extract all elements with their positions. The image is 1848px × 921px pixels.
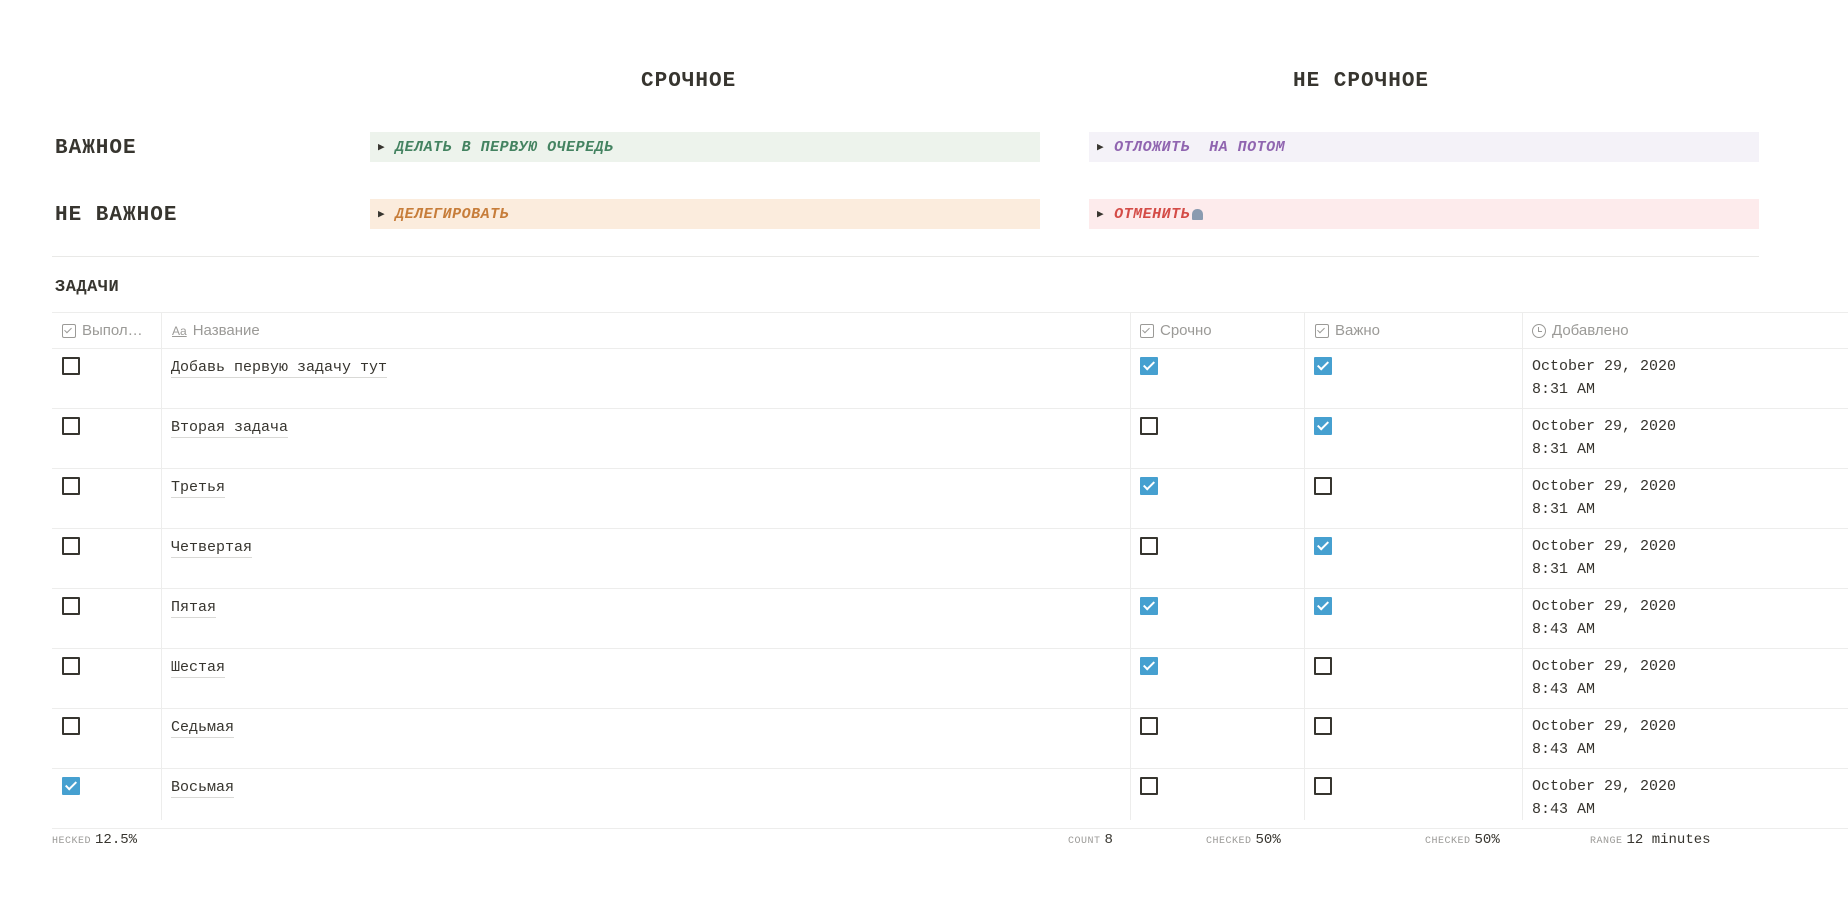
- done-checkbox[interactable]: [62, 417, 80, 435]
- divider: [52, 256, 1759, 257]
- urgent-checkbox[interactable]: [1140, 657, 1158, 675]
- column-header-not-urgent: НЕ СРОЧНОЕ: [1293, 70, 1430, 93]
- toggle-cancel[interactable]: ▶ ОТМЕНИТЬ: [1089, 199, 1759, 229]
- done-checkbox[interactable]: [62, 657, 80, 675]
- urgent-checkbox[interactable]: [1140, 477, 1158, 495]
- column-divider: [161, 312, 162, 820]
- footer-range-aggregate[interactable]: RANGE 12 minutes: [1590, 832, 1711, 848]
- toggle-delegate[interactable]: ▶ ДЕЛЕГИРОВАТЬ: [370, 199, 1040, 229]
- column-divider: [1130, 312, 1131, 820]
- important-checkbox[interactable]: [1314, 657, 1332, 675]
- column-divider: [1522, 312, 1523, 820]
- table-row[interactable]: Пятая October 29, 2020 8:43 AM: [52, 589, 1848, 649]
- checkbox-property-icon: [62, 323, 76, 338]
- task-name[interactable]: Седьмая: [171, 719, 235, 738]
- urgent-checkbox[interactable]: [1140, 717, 1158, 735]
- table-row[interactable]: Вторая задача October 29, 2020 8:31 AM: [52, 409, 1848, 469]
- added-date: October 29, 2020 8:43 AM: [1532, 778, 1677, 818]
- footer-important-aggregate[interactable]: CHECKED 50%: [1425, 832, 1500, 848]
- added-date: October 29, 2020 8:31 AM: [1532, 478, 1677, 518]
- tasks-table: Выпол… Aa Название Срочно Важно Добавлен…: [52, 312, 1848, 829]
- table-row[interactable]: Третья October 29, 2020 8:31 AM: [52, 469, 1848, 529]
- important-checkbox[interactable]: [1314, 597, 1332, 615]
- table-header-row: Выпол… Aa Название Срочно Важно Добавлен…: [52, 313, 1848, 349]
- footer-count-aggregate[interactable]: COUNT 8: [1068, 832, 1113, 848]
- toggle-triangle-icon: ▶: [1097, 142, 1105, 154]
- tombstone-icon: [1192, 208, 1204, 220]
- row-header-not-important: НЕ ВАЖНОЕ: [55, 204, 178, 227]
- added-date: October 29, 2020 8:43 AM: [1532, 598, 1677, 638]
- task-name[interactable]: Четвертая: [171, 539, 253, 558]
- important-checkbox[interactable]: [1314, 777, 1332, 795]
- added-date: October 29, 2020 8:43 AM: [1532, 658, 1677, 698]
- checkbox-property-icon: [1315, 323, 1329, 338]
- column-divider: [1304, 312, 1305, 820]
- column-header-urgent-prop[interactable]: Срочно: [1140, 313, 1212, 348]
- done-checkbox[interactable]: [62, 717, 80, 735]
- toggle-triangle-icon: ▶: [378, 209, 386, 221]
- tasks-title: ЗАДАЧИ: [55, 278, 120, 297]
- table-row[interactable]: Седьмая October 29, 2020 8:43 AM: [52, 709, 1848, 769]
- footer-done-aggregate[interactable]: HECKED 12.5%: [52, 832, 137, 848]
- urgent-checkbox[interactable]: [1140, 777, 1158, 795]
- toggle-postpone[interactable]: ▶ ОТЛОЖИТЬ НА ПОТОМ: [1089, 132, 1759, 162]
- toggle-triangle-icon: ▶: [1097, 209, 1105, 221]
- toggle-do-first[interactable]: ▶ ДЕЛАТЬ В ПЕРВУЮ ОЧЕРЕДЬ: [370, 132, 1040, 162]
- task-name[interactable]: Восьмая: [171, 779, 235, 798]
- important-checkbox[interactable]: [1314, 357, 1332, 375]
- column-header-done[interactable]: Выпол…: [62, 313, 143, 348]
- urgent-checkbox[interactable]: [1140, 417, 1158, 435]
- table-row[interactable]: Добавь первую задачу тут October 29, 2020…: [52, 349, 1848, 409]
- important-checkbox[interactable]: [1314, 417, 1332, 435]
- toggle-label: ДЕЛЕГИРОВАТЬ: [395, 205, 510, 223]
- important-checkbox[interactable]: [1314, 477, 1332, 495]
- urgent-checkbox[interactable]: [1140, 357, 1158, 375]
- footer-urgent-aggregate[interactable]: CHECKED 50%: [1206, 832, 1281, 848]
- toggle-label: ДЕЛАТЬ В ПЕРВУЮ ОЧЕРЕДЬ: [395, 138, 614, 156]
- column-header-important-prop[interactable]: Важно: [1315, 313, 1380, 348]
- table-row[interactable]: Восьмая October 29, 2020 8:43 AM: [52, 769, 1848, 829]
- important-checkbox[interactable]: [1314, 537, 1332, 555]
- column-header-name[interactable]: Aa Название: [172, 313, 260, 348]
- toggle-label: ОТЛОЖИТЬ НА ПОТОМ: [1114, 138, 1286, 156]
- done-checkbox[interactable]: [62, 357, 80, 375]
- table-row[interactable]: Шестая October 29, 2020 8:43 AM: [52, 649, 1848, 709]
- added-date: October 29, 2020 8:31 AM: [1532, 418, 1677, 458]
- done-checkbox[interactable]: [62, 777, 80, 795]
- added-date: October 29, 2020 8:43 AM: [1532, 718, 1677, 758]
- important-checkbox[interactable]: [1314, 717, 1332, 735]
- urgent-checkbox[interactable]: [1140, 537, 1158, 555]
- added-date: October 29, 2020 8:31 AM: [1532, 538, 1677, 578]
- row-header-important: ВАЖНОЕ: [55, 137, 137, 160]
- text-property-icon: Aa: [172, 323, 187, 338]
- task-name[interactable]: Шестая: [171, 659, 226, 678]
- done-checkbox[interactable]: [62, 477, 80, 495]
- column-header-urgent: СРОЧНОЕ: [641, 70, 737, 93]
- column-header-added[interactable]: Добавлено: [1532, 313, 1629, 348]
- added-date: October 29, 2020 8:31 AM: [1532, 358, 1677, 398]
- task-name[interactable]: Пятая: [171, 599, 217, 618]
- toggle-label: ОТМЕНИТЬ: [1114, 205, 1191, 223]
- task-name[interactable]: Третья: [171, 479, 226, 498]
- task-name[interactable]: Добавь первую задачу тут: [171, 359, 388, 378]
- table-row[interactable]: Четвертая October 29, 2020 8:31 AM: [52, 529, 1848, 589]
- toggle-triangle-icon: ▶: [378, 142, 386, 154]
- checkbox-property-icon: [1140, 323, 1154, 338]
- task-name[interactable]: Вторая задача: [171, 419, 289, 438]
- urgent-checkbox[interactable]: [1140, 597, 1158, 615]
- done-checkbox[interactable]: [62, 597, 80, 615]
- clock-icon: [1532, 323, 1546, 338]
- done-checkbox[interactable]: [62, 537, 80, 555]
